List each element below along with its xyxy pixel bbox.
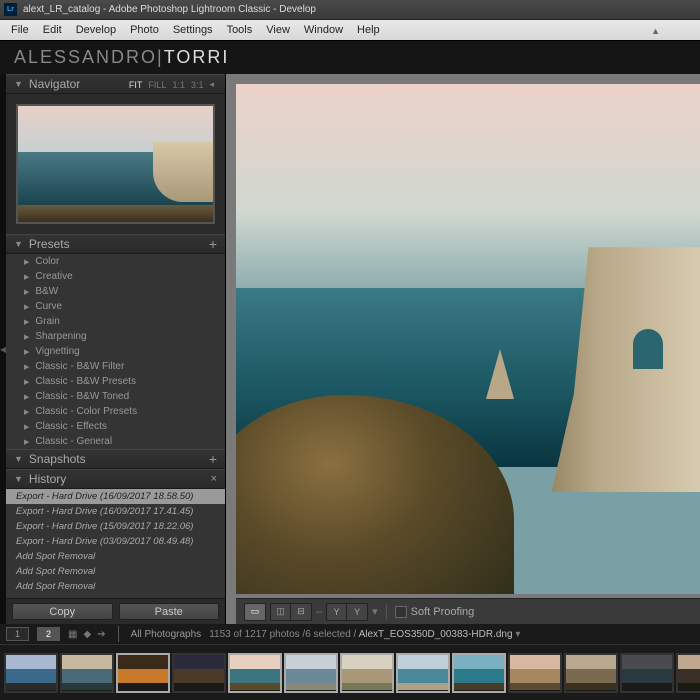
window-title: alext_LR_catalog - Adobe Photoshop Light… <box>23 4 316 15</box>
photo-count: 1153 of 1217 photos /6 selected / <box>209 629 356 640</box>
zoom-3:1[interactable]: 3:1 <box>188 80 207 90</box>
filmstrip-thumbnail[interactable] <box>620 653 674 693</box>
filename-chevron-icon[interactable]: ▾ <box>515 629 520 640</box>
menu-view[interactable]: View <box>259 24 297 36</box>
preset-folder[interactable]: ▶Vignetting <box>6 344 225 359</box>
left-panel: ▼ Navigator FITFILL1:13:1 ◂ ▼ Presets + … <box>6 74 226 624</box>
menu-settings[interactable]: Settings <box>166 24 220 36</box>
snapshots-title: Snapshots <box>29 452 86 466</box>
identity-first: ALESSANDRO <box>14 47 157 68</box>
menu-photo[interactable]: Photo <box>123 24 166 36</box>
history-step[interactable]: Add Spot Removal <box>6 579 225 594</box>
menu-edit[interactable]: Edit <box>36 24 69 36</box>
history-header[interactable]: ▼ History × <box>6 469 225 489</box>
preset-folder[interactable]: ▶Classic - Color Presets <box>6 404 225 419</box>
filmstrip-thumbnail[interactable] <box>452 653 506 693</box>
filmstrip-thumbnail[interactable] <box>172 653 226 693</box>
zoom-fill[interactable]: FILL <box>145 80 169 90</box>
menubar: FileEditDevelopPhotoSettingsToolsViewWin… <box>0 20 700 40</box>
prev-photo-icon[interactable]: ◆ <box>83 629 91 640</box>
develop-canvas: ▭ ◫ ⊟ – Y Y ▾ Soft Proofing <box>226 74 700 624</box>
identity-plate: ALESSANDRO | TORRI <box>0 40 700 74</box>
app-icon: Lr <box>4 3 17 16</box>
paste-button[interactable]: Paste <box>119 603 220 620</box>
filmstrip-thumbnail[interactable] <box>396 653 450 693</box>
disclosure-icon: ▼ <box>14 239 23 249</box>
compare-2-button[interactable]: Y <box>347 604 367 620</box>
compare-chevron-icon[interactable]: ▾ <box>372 605 378 618</box>
navigator-header[interactable]: ▼ Navigator FITFILL1:13:1 ◂ <box>6 74 225 94</box>
add-snapshot-button[interactable]: + <box>209 451 217 467</box>
identity-sep: | <box>157 47 164 68</box>
preset-list: ▶Color▶Creative▶B&W▶Curve▶Grain▶Sharpeni… <box>6 254 225 449</box>
preset-folder[interactable]: ▶Creative <box>6 269 225 284</box>
zoom-chevron-icon[interactable]: ◂ <box>206 79 217 90</box>
preset-folder[interactable]: ▶Classic - General <box>6 434 225 449</box>
menu-help[interactable]: Help <box>350 24 387 36</box>
history-list: Export - Hard Drive (16/09/2017 18.58.50… <box>6 489 225 598</box>
zoom-1:1[interactable]: 1:1 <box>169 80 188 90</box>
loupe-view-button[interactable]: ▭ <box>245 604 265 620</box>
filmstrip[interactable] <box>0 644 700 700</box>
preset-folder[interactable]: ▶B&W <box>6 284 225 299</box>
screen-2-button[interactable]: 2 <box>37 627 60 641</box>
soft-proofing-checkbox[interactable] <box>395 606 407 618</box>
soft-proofing-label: Soft Proofing <box>411 606 475 618</box>
grid-view-icon[interactable]: ▦ <box>68 629 77 640</box>
filmstrip-thumbnail[interactable] <box>228 653 282 693</box>
history-title: History <box>29 472 66 486</box>
preset-folder[interactable]: ▶Grain <box>6 314 225 329</box>
clear-history-button[interactable]: × <box>211 473 217 485</box>
preset-folder[interactable]: ▶Classic - Effects <box>6 419 225 434</box>
filmstrip-thumbnail[interactable] <box>676 653 700 693</box>
filmstrip-thumbnail[interactable] <box>116 653 170 693</box>
preset-folder[interactable]: ▶Curve <box>6 299 225 314</box>
copy-button[interactable]: Copy <box>12 603 113 620</box>
history-step[interactable]: Add Spot Removal <box>6 564 225 579</box>
filmstrip-info-bar: 1 2 ▦ ◆ ➔ All Photographs 1153 of 1217 p… <box>0 624 700 644</box>
main-image-preview[interactable] <box>236 84 700 594</box>
menu-develop[interactable]: Develop <box>69 24 123 36</box>
history-step[interactable]: Add Spot Removal <box>6 549 225 564</box>
history-step[interactable]: Export - Hard Drive (16/09/2017 18.58.50… <box>6 489 225 504</box>
preset-folder[interactable]: ▶Color <box>6 254 225 269</box>
presets-header[interactable]: ▼ Presets + <box>6 234 225 254</box>
filmstrip-thumbnail[interactable] <box>564 653 618 693</box>
disclosure-icon: ▼ <box>14 79 23 89</box>
filmstrip-thumbnail[interactable] <box>284 653 338 693</box>
next-photo-icon[interactable]: ➔ <box>97 629 105 640</box>
filmstrip-thumbnail[interactable] <box>508 653 562 693</box>
history-step[interactable]: Export - Hard Drive (16/09/2017 17.41.45… <box>6 504 225 519</box>
navigator-preview[interactable] <box>6 94 225 234</box>
develop-toolbar: ▭ ◫ ⊟ – Y Y ▾ Soft Proofing <box>236 598 700 624</box>
preset-folder[interactable]: ▶Classic - B&W Presets <box>6 374 225 389</box>
panel-expand-icon[interactable]: ▲ <box>651 26 660 36</box>
filmstrip-thumbnail[interactable] <box>340 653 394 693</box>
filmstrip-thumbnail[interactable] <box>4 653 58 693</box>
preset-folder[interactable]: ▶Classic - B&W Toned <box>6 389 225 404</box>
window-titlebar: Lr alext_LR_catalog - Adobe Photoshop Li… <box>0 0 700 20</box>
add-preset-button[interactable]: + <box>209 236 217 252</box>
preset-folder[interactable]: ▶Sharpening <box>6 329 225 344</box>
before-after-tb-button[interactable]: ⊟ <box>291 604 311 620</box>
menu-file[interactable]: File <box>4 24 36 36</box>
disclosure-icon: ▼ <box>14 454 23 464</box>
preset-folder[interactable]: ▶Classic - B&W Filter <box>6 359 225 374</box>
history-step[interactable]: Export - Hard Drive (15/09/2017 18.22.06… <box>6 519 225 534</box>
screen-1-button[interactable]: 1 <box>6 627 29 641</box>
zoom-fit[interactable]: FIT <box>126 80 146 90</box>
presets-title: Presets <box>29 237 70 251</box>
menu-window[interactable]: Window <box>297 24 350 36</box>
before-after-lr-button[interactable]: ◫ <box>271 604 291 620</box>
snapshots-header[interactable]: ▼ Snapshots + <box>6 449 225 469</box>
menu-tools[interactable]: Tools <box>220 24 260 36</box>
source-label[interactable]: All Photographs <box>131 629 202 640</box>
current-filename: AlexT_EOS350D_00383-HDR.dng <box>359 629 513 640</box>
identity-last: TORRI <box>164 47 230 68</box>
navigator-title: Navigator <box>29 77 80 91</box>
filmstrip-thumbnail[interactable] <box>60 653 114 693</box>
history-step[interactable]: Export - Hard Drive (03/09/2017 08.49.48… <box>6 534 225 549</box>
compare-1-button[interactable]: Y <box>327 604 347 620</box>
disclosure-icon: ▼ <box>14 474 23 484</box>
